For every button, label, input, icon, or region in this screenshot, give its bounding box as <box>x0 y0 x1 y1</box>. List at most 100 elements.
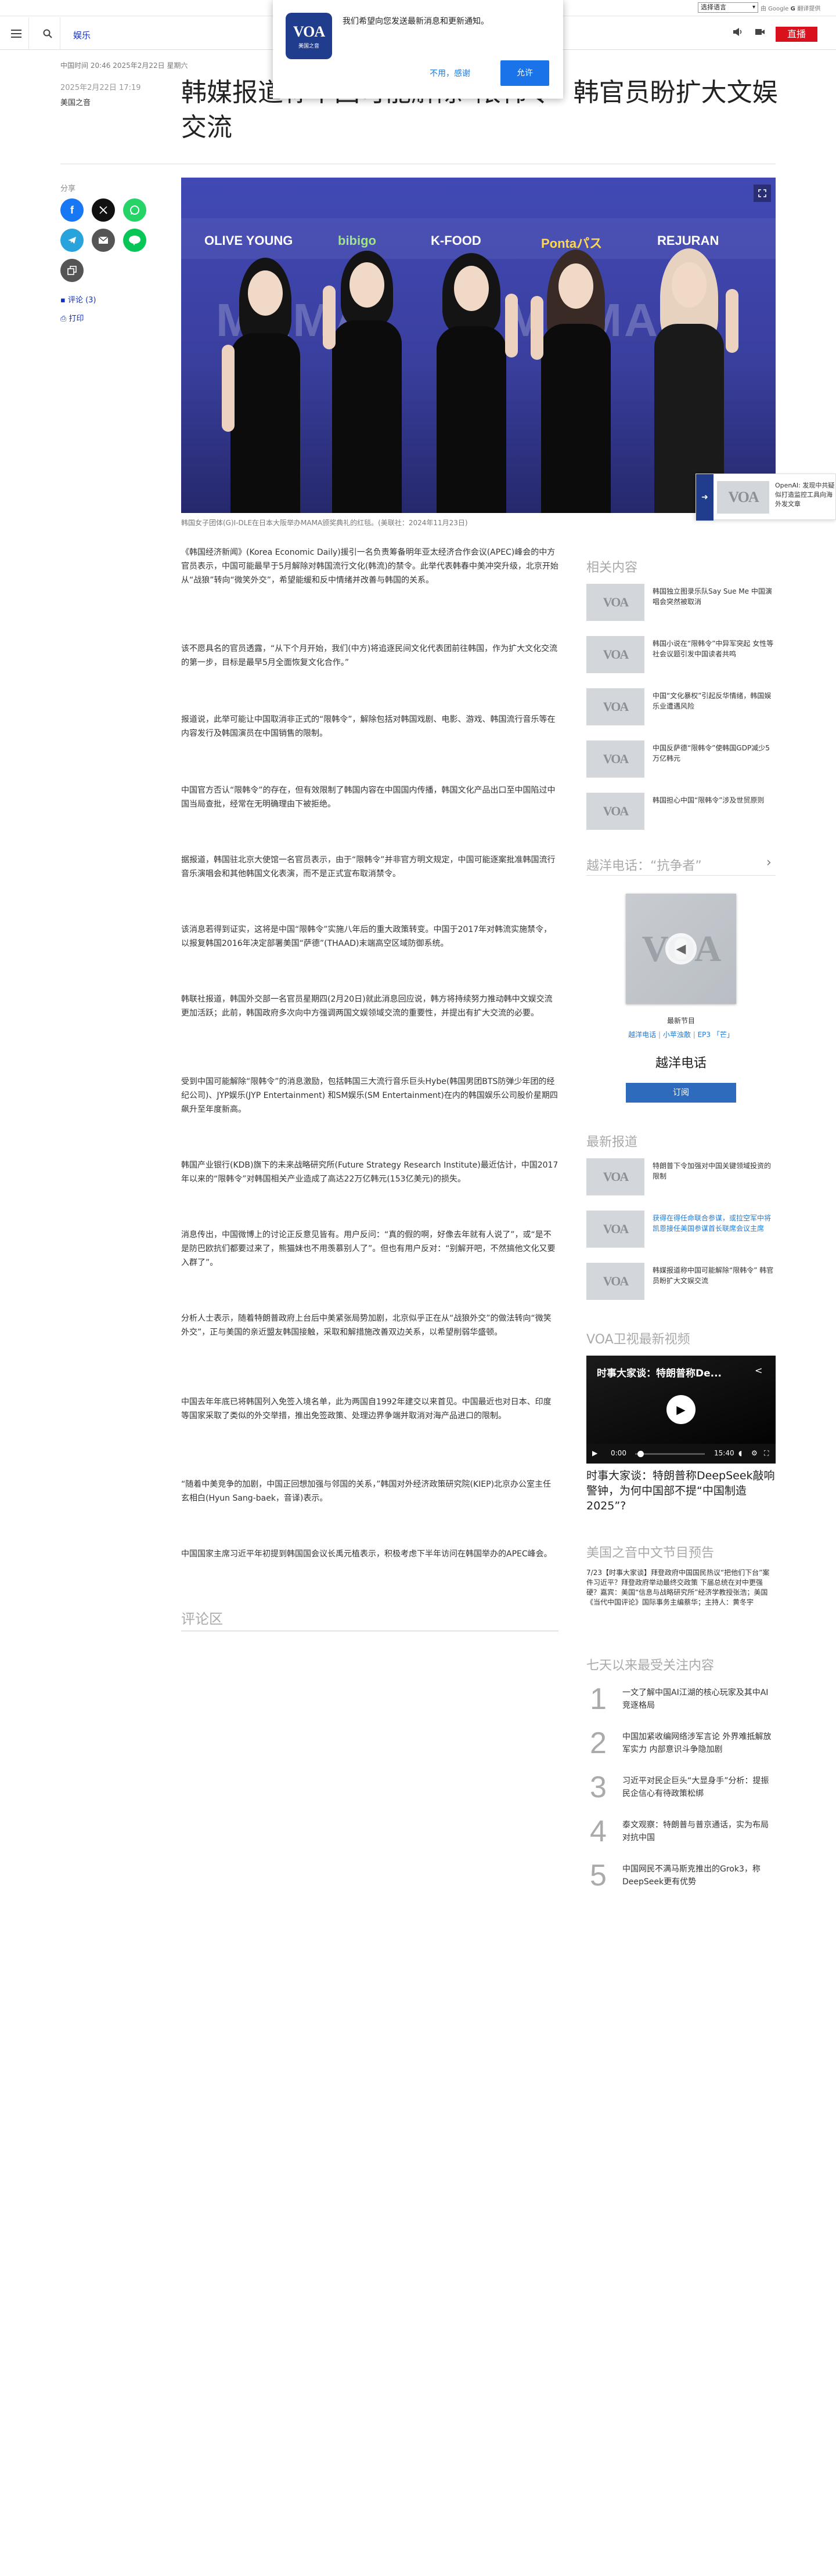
arrow-right-icon[interactable]: ➜ <box>696 474 714 521</box>
popular-item[interactable]: 3 习近平对民企巨头“大显身手”分析：提振民企信心有待政策松绑 <box>586 1771 776 1806</box>
related-item-title: 韩国担心中国“限韩令”涉及世贸原则 <box>653 796 765 804</box>
translate-credit[interactable]: 由 Google G 翻译提供 <box>761 3 820 12</box>
allow-button[interactable]: 允许 <box>500 60 549 86</box>
latest-item[interactable]: VOA 获得在得任命联合参谋，或拉空军中将凯恩接任美国参谋首长联席会议主席 <box>586 1211 776 1248</box>
byline[interactable]: 美国之音 <box>60 96 91 107</box>
video-controls: ▶ 0:00 15:40 ◖ ⚙ ⛶ <box>586 1444 776 1464</box>
popular-rank: 2 <box>590 1726 607 1760</box>
voa-logo-text: VOA <box>293 23 325 40</box>
language-select[interactable]: 选择语言 <box>698 2 758 13</box>
facebook-icon: f <box>70 204 74 216</box>
expand-image-button[interactable] <box>754 185 771 202</box>
dateline: 中国时间 20:46 2025年2月22日 星期六 <box>60 62 188 70</box>
voa-logo-icon: VOA <box>603 752 629 766</box>
radio-link[interactable]: EP3 「芒」 <box>698 1031 734 1039</box>
popular-title: 中国网民不满马斯克推出的Grok3，称DeepSeek更有优势 <box>622 1865 761 1887</box>
volume-icon[interactable]: ◖ <box>738 1449 742 1457</box>
share-x-button[interactable] <box>92 198 115 222</box>
radio-play-button[interactable]: ◀ <box>665 933 697 964</box>
radio-heading[interactable]: 越洋电话：“抗争者” <box>586 855 702 874</box>
copy-link-button[interactable] <box>60 259 84 282</box>
video-progress-knob[interactable] <box>637 1451 644 1457</box>
article-paragraph: 分析人士表示，随着特朗普政府上台后中美紧张局势加剧，北京似乎正在从“战狼外交”的… <box>181 1314 552 1337</box>
related-thumbnail: VOA <box>586 740 644 778</box>
video-play-button[interactable]: ▶ <box>666 1395 696 1424</box>
latest-item-title: 获得在得任命联合参谋，或拉空军中将凯恩接任美国参谋首长联席会议主席 <box>653 1214 772 1233</box>
video-caption[interactable]: 时事大家谈：特朗普称DeepSeek敲响警钟，为何中国部不提“中国制造2025”… <box>586 1468 776 1513</box>
radio-title: 越洋电话 <box>655 1056 707 1071</box>
popular-title: 泰文观察：特朗普与普京通话，实为布局对抗中国 <box>622 1820 769 1842</box>
article-paragraph: 该不愿具名的官员透露，“从下个月开始，我们(中方)将追逐民间文化代表团前往韩国，… <box>181 644 558 667</box>
email-icon <box>98 236 109 244</box>
print-link[interactable]: ⎙ 打印 <box>60 312 84 323</box>
search-icon <box>43 29 52 38</box>
menu-button[interactable] <box>3 17 29 50</box>
search-button[interactable] <box>35 17 60 50</box>
share-telegram-button[interactable] <box>60 229 84 252</box>
person-figure <box>425 253 518 513</box>
popup-message: 我们希望向您发送最新消息和更新通知。 <box>343 17 489 26</box>
popular-item[interactable]: 4 泰文观察：特朗普与普京通话，实为布局对抗中国 <box>586 1815 776 1850</box>
program-text[interactable]: 7/23【时事大家谈】拜登政府中国国民热议“把他们下台”案件习近平？拜登政府举动… <box>586 1568 776 1607</box>
video-progress-bar[interactable] <box>635 1453 705 1455</box>
popular-rank: 5 <box>590 1859 607 1892</box>
sponsor-logo: OLIVE YOUNG <box>204 233 293 248</box>
article-paragraph: 报道说，此举可能让中国取消非正式的“限韩令”，解除包括对韩国戏剧、电影、游戏、韩… <box>181 715 556 738</box>
sponsor-logo: bibigo <box>338 233 376 248</box>
voa-logo-icon: VOA <box>603 699 629 714</box>
related-heading: 相关内容 <box>586 561 638 575</box>
fullscreen-icon[interactable]: ⛶ <box>764 1449 769 1458</box>
audio-icon[interactable] <box>733 27 743 39</box>
play-icon: ▶ <box>676 1403 686 1417</box>
x-icon <box>99 206 107 214</box>
section-link[interactable]: 娱乐 <box>73 29 91 41</box>
share-email-button[interactable] <box>92 229 115 252</box>
latest-item[interactable]: VOA 韩媒报道称中国可能解除“限韩令” 韩官员盼扩大文娱交流 <box>586 1263 776 1300</box>
radio-link-separator: | <box>658 1031 663 1039</box>
popular-item[interactable]: 2 中国加紧收编网络涉军言论 外界难抵解放军实力 内部意识斗争隐加剧 <box>586 1727 776 1762</box>
video-icon[interactable] <box>755 27 765 39</box>
telegram-icon <box>68 237 76 244</box>
related-item[interactable]: VOA 韩国担心中国“限韩令”涉及世贸原则 <box>586 793 776 830</box>
related-item[interactable]: VOA 韩国独立图录乐队Say Sue Me 中国演唱会突然被取消 <box>586 584 776 621</box>
related-item[interactable]: VOA 中国反萨德“限韩令”使韩国GDP减少5万亿韩元 <box>586 740 776 778</box>
floating-story-tab[interactable]: ➜ VOA OpenAI: 发现中共疑似打造监控工具向海外发文章 <box>696 474 836 521</box>
article-paragraph: 《韩国经济新闻》(Korea Economic Daily)援引一名负责筹备明年… <box>181 548 558 585</box>
popular-item[interactable]: 5 中国网民不满马斯克推出的Grok3，称DeepSeek更有优势 <box>586 1859 776 1894</box>
expand-icon <box>758 189 766 197</box>
comments-link[interactable]: ▪ 评论 (3) <box>60 294 96 305</box>
hero-image[interactable]: OLIVE YOUNG bibigo K-FOOD Pontaパス REJURA… <box>181 178 776 513</box>
related-item-title: 中国反萨德“限韩令”使韩国GDP减少5万亿韩元 <box>653 744 770 763</box>
voa-logo-subtext: 美国之音 <box>298 43 319 49</box>
article-paragraph: 中国去年年底已将韩国列入免签入境名单，此为两国自1992年建交以来首见。中国最近… <box>181 1397 552 1421</box>
related-item-title: 韩国独立图录乐队Say Sue Me 中国演唱会突然被取消 <box>653 587 772 606</box>
subscribe-button[interactable]: 订阅 <box>626 1083 736 1103</box>
voa-logo-icon: VOA <box>603 1169 629 1184</box>
popular-title: 一文了解中国AI江湖的核心玩家及其中AI竞逐格局 <box>622 1688 769 1710</box>
play-icon[interactable]: ▶ <box>592 1449 597 1457</box>
voa-logo-icon: VOA <box>728 489 759 505</box>
live-button[interactable]: 直播 <box>776 27 817 42</box>
popular-item[interactable]: 1 一文了解中国AI江湖的核心玩家及其中AI竞逐格局 <box>586 1683 776 1718</box>
settings-icon[interactable]: ⚙ <box>751 1449 758 1457</box>
publish-date: 2025年2月22日 17:19 <box>60 84 141 92</box>
decline-button[interactable]: 不用，感谢 <box>430 67 470 79</box>
related-item-title: 韩国小说在“限韩令”中异军突起 女性等社会议题引发中国读者共鸣 <box>653 640 774 658</box>
radio-link[interactable]: 越洋电话 <box>628 1031 656 1039</box>
latest-item-title: 韩媒报道称中国可能解除“限韩令” 韩官员盼扩大文娱交流 <box>653 1266 774 1285</box>
print-link-label: 打印 <box>69 315 84 323</box>
latest-item[interactable]: VOA 特朗普下令加强对中国关键领域投资的限制 <box>586 1158 776 1195</box>
radio-link[interactable]: 小苹浊散 <box>663 1031 691 1039</box>
popular-rank: 3 <box>590 1771 607 1804</box>
share-icon[interactable]: < <box>755 1365 762 1376</box>
related-item[interactable]: VOA 中国“文化暴权”引起反华情绪，韩国娱乐业遭遇风险 <box>586 688 776 725</box>
latest-heading: 最新报道 <box>586 1135 638 1150</box>
article-paragraph: 该消息若得到证实，这将是中国“限韩令”实施八年后的重大政策转变。中国于2017年… <box>181 925 552 948</box>
article-paragraph: 消息传出，中国微博上的讨论正反意见皆有。用户反问：“真的假的啊，好像去年就有人说… <box>181 1230 556 1267</box>
related-item[interactable]: VOA 韩国小说在“限韩令”中异军突起 女性等社会议题引发中国读者共鸣 <box>586 636 776 673</box>
share-facebook-button[interactable]: f <box>60 198 84 222</box>
chevron-right-icon[interactable]: › <box>766 855 772 870</box>
share-whatsapp-button[interactable] <box>123 198 146 222</box>
video-heading: VOA卫视最新视频 <box>586 1332 690 1347</box>
share-line-button[interactable] <box>123 229 146 252</box>
